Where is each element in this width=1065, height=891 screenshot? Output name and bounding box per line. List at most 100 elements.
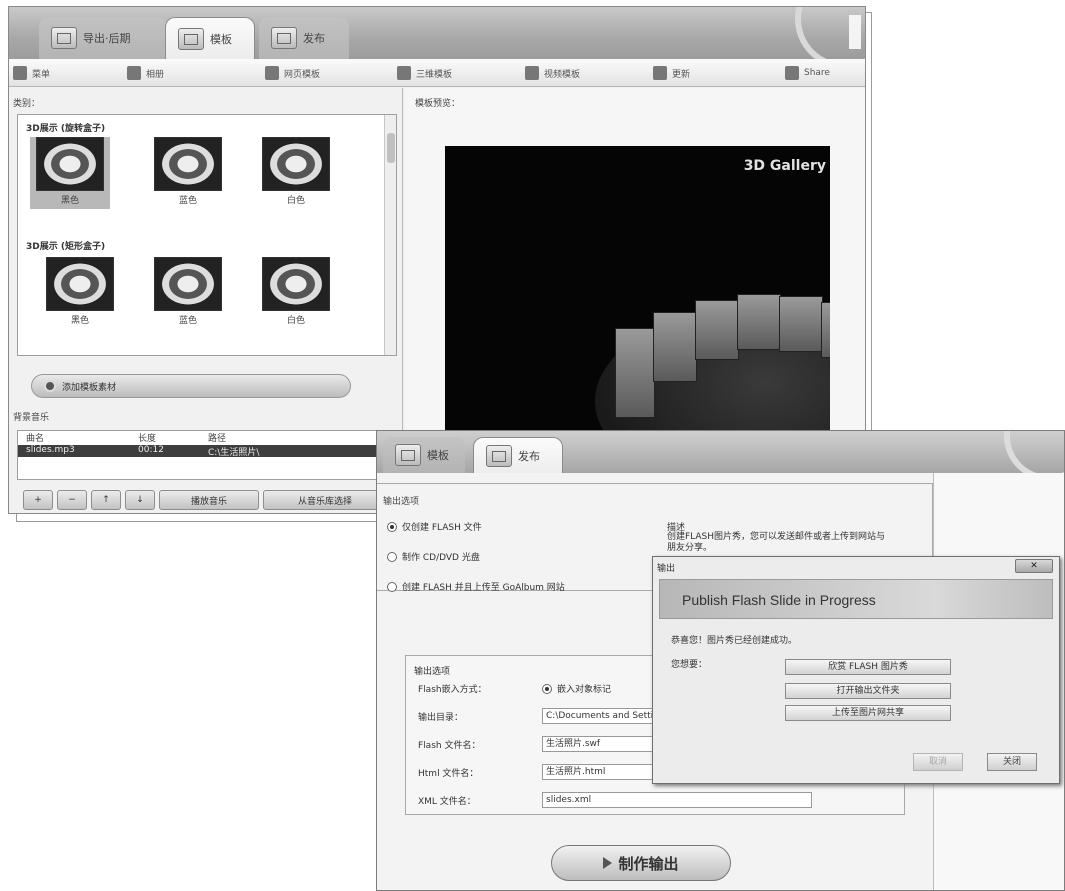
music-library-button[interactable]: 从音乐库选择 (263, 490, 387, 510)
toolbar-label: Share (804, 68, 830, 78)
template-thumbnail[interactable]: 黑色 (40, 257, 120, 329)
dialog-close-button[interactable]: ✕ (1015, 559, 1053, 573)
setting-label: 输出目录： (418, 712, 464, 723)
gallery-ring (615, 294, 830, 418)
radio-label: 仅创建 FLASH 文件 (402, 523, 482, 533)
radio-label: 创建 FLASH 并且上传至 GoAlbum 网站 (402, 583, 565, 593)
output-options-label: 输出选项 (383, 497, 420, 507)
radio-label: 制作 CD/DVD 光盘 (402, 553, 480, 563)
tab-template[interactable]: 模板 (383, 437, 465, 473)
close-button[interactable]: 关闭 (987, 753, 1037, 771)
template-thumbnail[interactable]: 蓝色 (148, 257, 228, 329)
tab-publish[interactable]: 发布 (473, 437, 563, 473)
category-label: 类别： (13, 99, 41, 109)
description-text: 创建FLASH图片秀，您可以发送邮件或者上传到网站与朋友分享。 (667, 532, 886, 553)
template-thumbnail[interactable]: 白色 (256, 257, 336, 329)
tab-template[interactable]: 模板 (165, 17, 255, 59)
radio-button[interactable] (387, 551, 397, 562)
music-button-row: + − ↑ ↓ 播放音乐 从音乐库选择 (23, 490, 391, 512)
music-list[interactable]: 曲名 长度 路径 slides.mp3 00:12 C:\生活照片\ (17, 430, 397, 480)
radio-cd-dvd[interactable]: 制作 CD/DVD 光盘 (387, 550, 480, 563)
template-thumbnail[interactable]: 黑色 (30, 137, 110, 209)
group-title: 3D展示 (旋转盒子) (26, 124, 106, 134)
template-icon (178, 27, 204, 50)
scrollbar-thumb[interactable] (387, 133, 395, 163)
template-thumbnail[interactable]: 白色 (256, 137, 336, 209)
publish-icon (486, 444, 512, 467)
music-cell: C:\生活照片\ (208, 448, 260, 458)
music-cell: 00:12 (138, 445, 164, 455)
publish-icon (271, 27, 297, 49)
thumbnail-image (262, 257, 330, 311)
camera-icon (127, 66, 141, 80)
tab-label: 发布 (518, 449, 540, 463)
add-music-button[interactable]: + (23, 490, 53, 510)
thumbnail-label: 黑色 (70, 316, 89, 326)
toolbar-web-template[interactable]: 网页模板 (265, 64, 320, 82)
thumbnail-label: 白色 (286, 316, 305, 326)
toolbar-label: 菜单 (32, 69, 51, 80)
music-col-path: 路径 (208, 434, 227, 444)
radio-button[interactable] (387, 581, 397, 592)
tab-label: 发布 (303, 32, 325, 45)
toolbar-label: 相册 (146, 69, 165, 80)
cancel-button[interactable]: 取消 (913, 753, 963, 771)
move-down-button[interactable]: ↓ (125, 490, 155, 510)
toolbar-video-template[interactable]: 视频模板 (525, 64, 580, 82)
toolbar-menu[interactable]: 菜单 (13, 64, 50, 82)
preview-title: 3D Gallery (743, 158, 826, 174)
thumbnail-label: 黑色 (60, 196, 79, 206)
list-scrollbar[interactable] (384, 115, 396, 355)
view-flash-button[interactable]: 欣赏 FLASH 图片秀 (785, 659, 951, 675)
open-folder-button[interactable]: 打开输出文件夹 (785, 683, 951, 699)
music-row[interactable]: slides.mp3 00:12 C:\生活照片\ (18, 445, 396, 458)
menu-icon (13, 66, 27, 80)
toolbar-3d-template[interactable]: 三维模板 (397, 64, 452, 82)
video-icon (525, 66, 539, 80)
add-template-button[interactable]: 添加模板素材 (31, 374, 351, 398)
thumbnail-image (154, 257, 222, 311)
template-thumbnail[interactable]: 蓝色 (148, 137, 228, 209)
music-section-label: 背景音乐 (13, 413, 50, 423)
toolbar: 菜单 相册 网页模板 三维模板 视频模板 更新 Share (9, 59, 865, 87)
webpage-icon (265, 66, 279, 80)
add-icon (44, 380, 56, 392)
template-preview: 3D Gallery (445, 146, 830, 466)
radio-button[interactable] (542, 683, 552, 694)
upload-share-button[interactable]: 上传至图片网共享 (785, 705, 951, 721)
setting-label: XML 文件名： (418, 796, 476, 807)
tab-import[interactable]: 导出·后期 (39, 17, 167, 59)
radio-upload-goalbum[interactable]: 创建 FLASH 并且上传至 GoAlbum 网站 (387, 580, 565, 593)
remove-music-button[interactable]: − (57, 490, 87, 510)
music-cell: slides.mp3 (26, 445, 75, 455)
3d-icon (397, 66, 411, 80)
toolbar-update[interactable]: 更新 (653, 64, 690, 82)
template-category-list[interactable]: 3D展示 (旋转盒子) 黑色 蓝色 白色 3D展示 (矩形盒子) 黑色 蓝色 白… (17, 114, 397, 356)
tab-label: 模板 (210, 32, 232, 46)
play-music-button[interactable]: 播放音乐 (159, 490, 259, 510)
xml-filename-row: XML 文件名： slides.xml (418, 792, 812, 808)
tab-publish[interactable]: 发布 (259, 17, 349, 59)
play-icon (603, 857, 613, 869)
move-up-button[interactable]: ↑ (91, 490, 121, 510)
thumbnail-label: 蓝色 (178, 196, 197, 206)
dialog-banner-text: Publish Flash Slide in Progress (682, 592, 876, 608)
toolbar-label: 三维模板 (416, 69, 453, 80)
share-icon (785, 66, 799, 80)
toolbar-label: 网页模板 (284, 69, 321, 80)
toolbar-share[interactable]: Share (785, 64, 830, 82)
radio-flash-only[interactable]: 仅创建 FLASH 文件 (387, 520, 482, 533)
thumbnail-image (262, 137, 330, 191)
make-output-button[interactable]: 制作输出 (551, 845, 731, 881)
thumbnail-label: 白色 (286, 196, 305, 206)
publish-tab-bar: 模板 发布 (377, 431, 1064, 473)
setting-label: Html 文件名： (418, 768, 479, 779)
toolbar-label: 更新 (672, 69, 691, 80)
toolbar-album[interactable]: 相册 (127, 64, 164, 82)
thumbnail-image (46, 257, 114, 311)
tab-label: 导出·后期 (83, 32, 131, 45)
xml-filename-input[interactable]: slides.xml (542, 792, 812, 808)
setting-label: Flash嵌入方式： (418, 685, 487, 695)
music-col-name: 曲名 (26, 434, 45, 444)
radio-button[interactable] (387, 521, 397, 532)
